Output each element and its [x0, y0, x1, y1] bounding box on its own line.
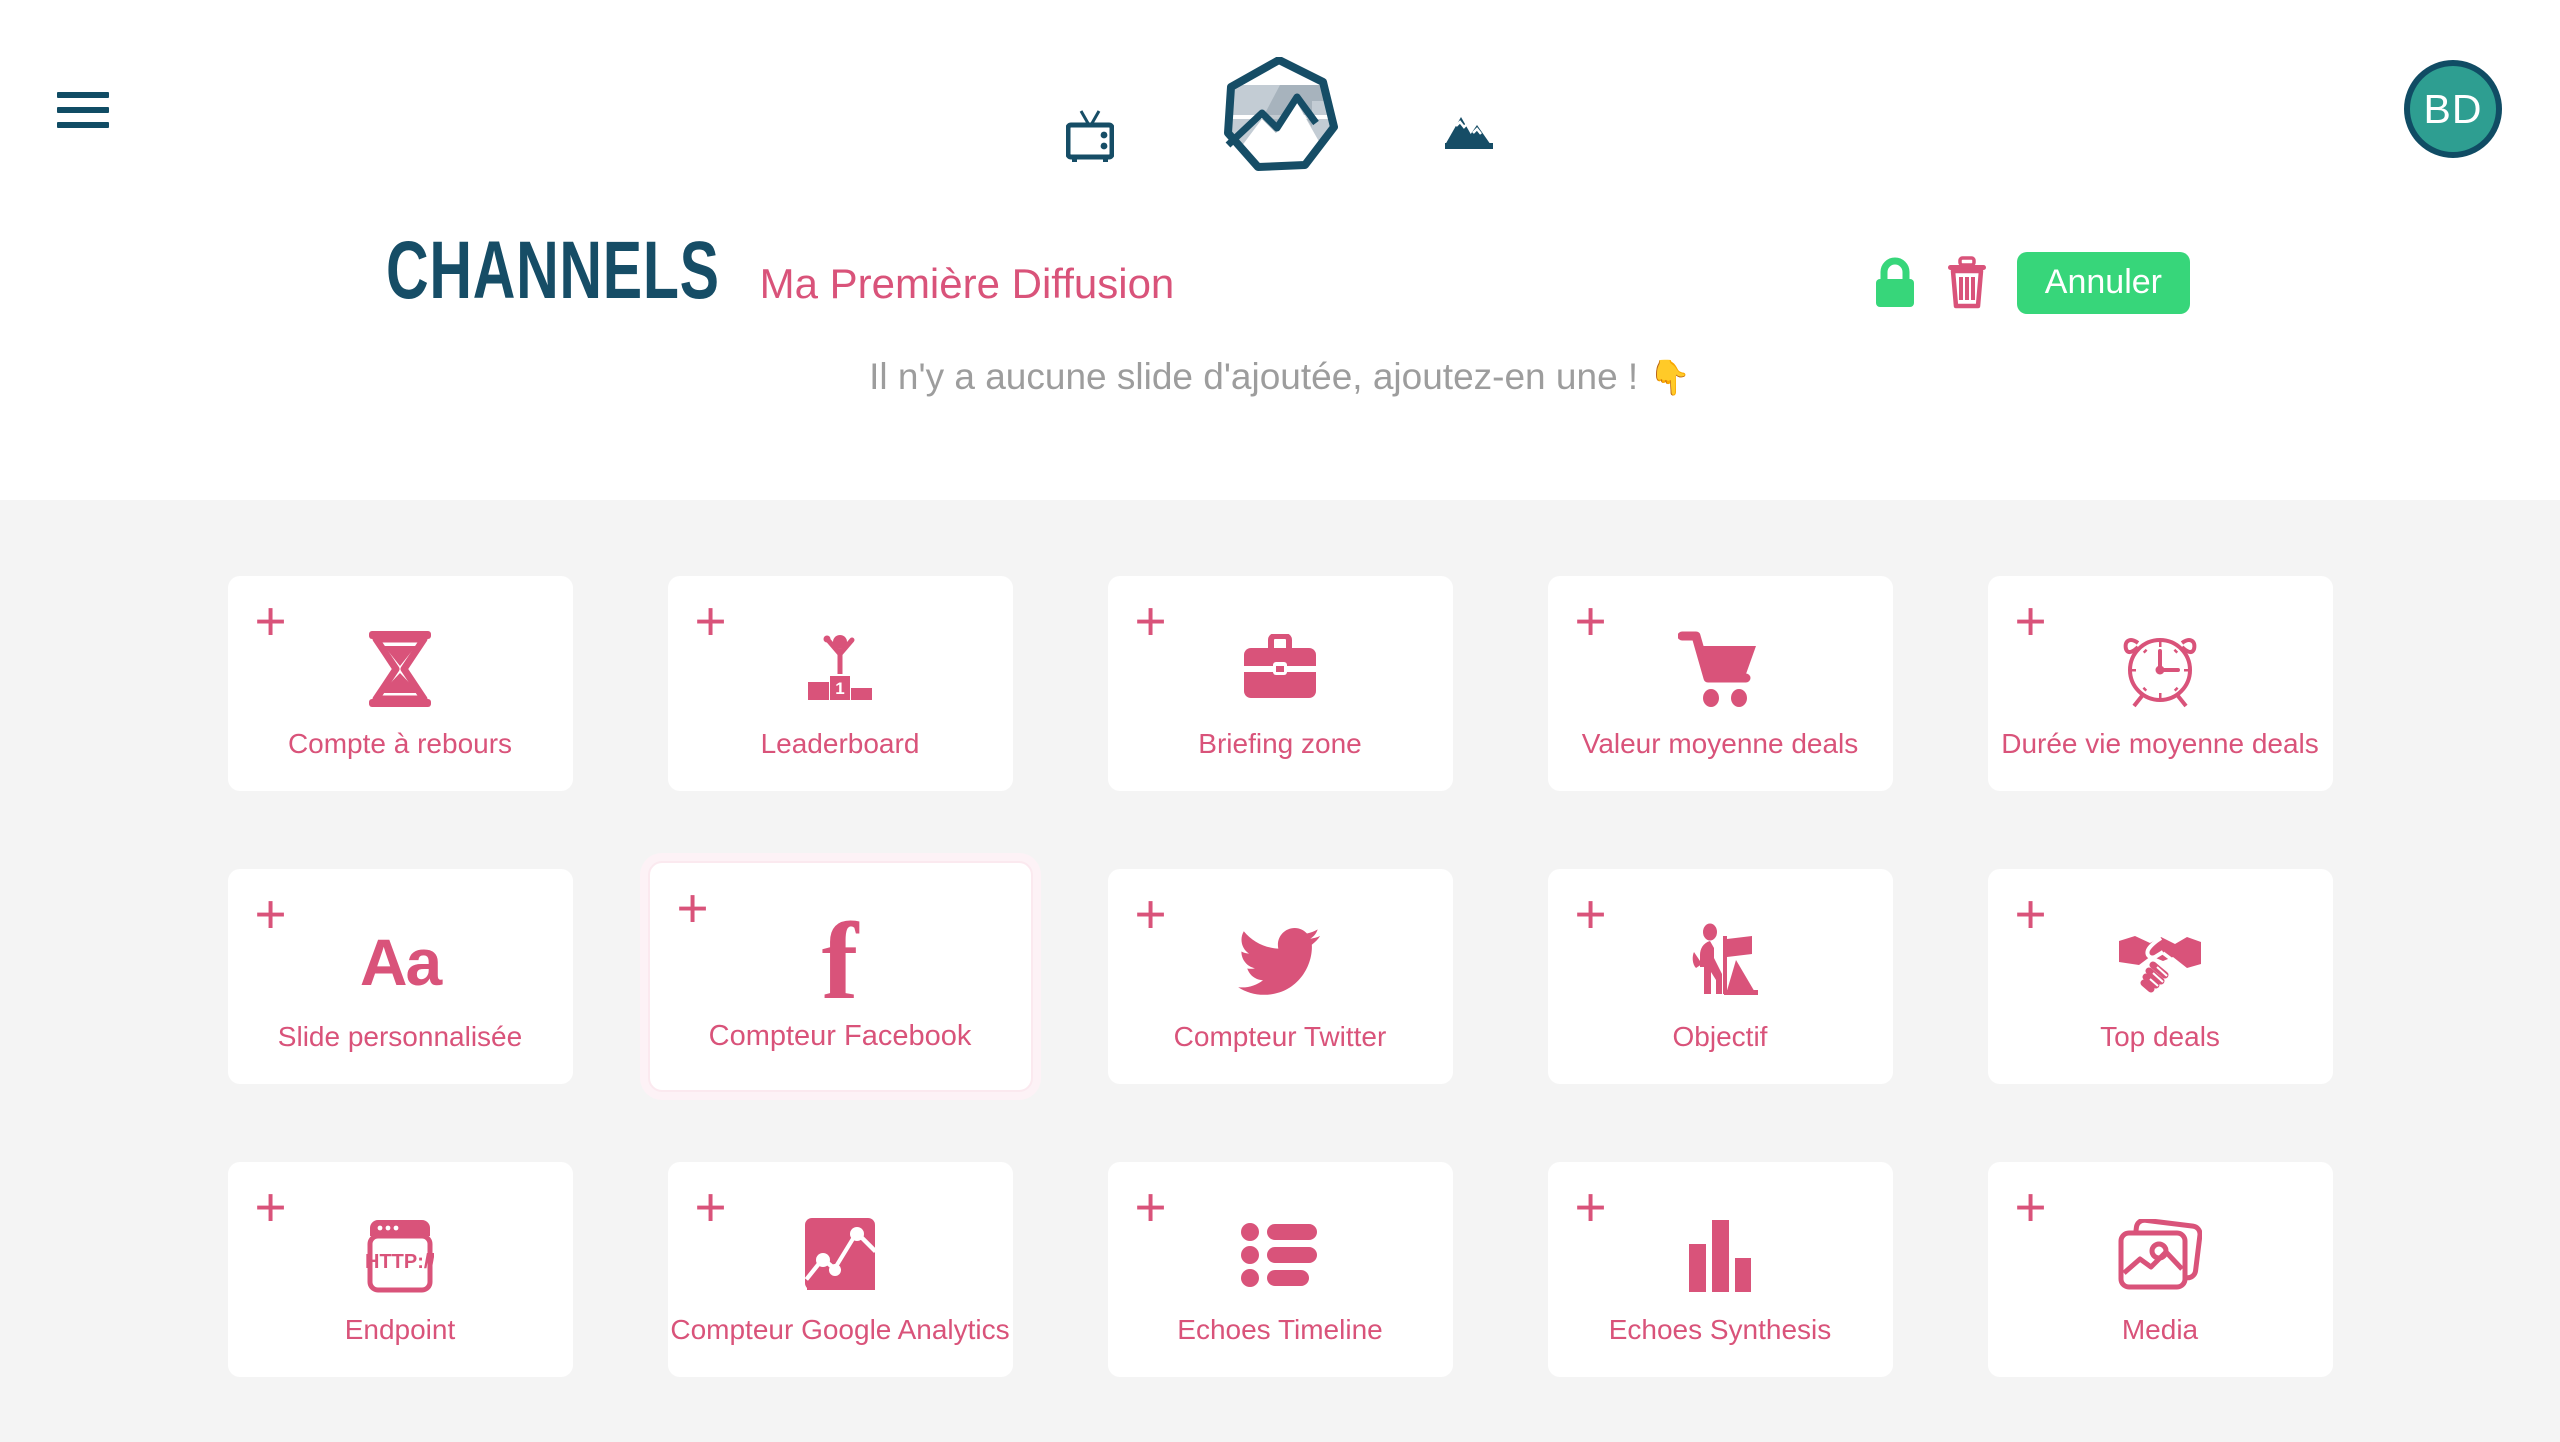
add-slide-icon[interactable]: + [695, 1180, 727, 1235]
svg-text:HTTP://: HTTP:// [366, 1251, 434, 1273]
slide-type-card[interactable]: + Top deals [1987, 869, 2333, 1084]
slide-type-card[interactable]: + HTTP:// Endpoint [227, 1162, 573, 1377]
slide-type-card[interactable]: + Echoes Synthesis [1547, 1162, 1893, 1377]
lock-icon[interactable] [1873, 257, 1917, 309]
add-slide-icon[interactable]: + [677, 881, 709, 936]
tv-icon[interactable] [1065, 107, 1115, 170]
top-bar: BD [0, 0, 2560, 230]
slide-type-label: Valeur moyenne deals [1581, 727, 1859, 759]
photos-icon [2118, 1212, 2202, 1298]
slide-type-card[interactable]: + Compteur Google Analytics [667, 1162, 1013, 1377]
slide-type-card[interactable]: + Media [1987, 1162, 2333, 1377]
bullet-list-icon [1241, 1212, 1319, 1298]
slide-type-label: Compteur Twitter [1173, 1020, 1387, 1052]
add-slide-icon[interactable]: + [1135, 887, 1167, 942]
add-slide-icon[interactable]: + [255, 594, 287, 649]
slide-type-card[interactable]: + f Compteur Facebook [647, 861, 1033, 1092]
svg-text:1: 1 [835, 679, 844, 698]
slide-type-label: Leaderboard [760, 727, 920, 759]
page-title: CHANNELS [386, 225, 720, 316]
title-row: CHANNELS Ma Première Diffusion [386, 230, 1302, 312]
hamburger-line [57, 107, 109, 113]
add-slide-icon[interactable]: + [695, 594, 727, 649]
text-aa-icon: Aa [359, 924, 442, 999]
slide-type-label: Compte à rebours [287, 727, 513, 759]
slide-type-label: Top deals [2100, 1020, 2220, 1052]
title-block: CHANNELS Ma Première Diffusion Annuler I… [0, 230, 2560, 500]
facebook-icon: f [821, 899, 859, 1022]
alarm-clock-icon [2118, 626, 2202, 712]
hamburger-line [57, 122, 109, 128]
add-slide-icon[interactable]: + [2015, 594, 2047, 649]
slide-type-card[interactable]: + 1 Leaderboard [667, 576, 1013, 791]
slide-type-grid-area: + Compte à rebours + 1 Leaderboard + Bri… [0, 500, 2560, 1442]
empty-state-text: Il n'y a aucune slide d'ajoutée, ajoutez… [869, 356, 1639, 397]
slide-type-label: Durée vie moyenne deals [2001, 727, 2319, 759]
action-buttons: Annuler [1873, 252, 2190, 314]
shopping-cart-icon [1678, 626, 1762, 712]
slide-type-label: Objectif [1672, 1020, 1768, 1052]
slide-type-label: Compteur Google Analytics [670, 1313, 1010, 1345]
avatar[interactable]: BD [2404, 60, 2502, 158]
hiker-flag-icon [1680, 919, 1760, 1005]
bar-chart-icon [1687, 1212, 1753, 1298]
hamburger-menu-icon[interactable] [57, 92, 109, 128]
brand-icon-group [0, 56, 2560, 180]
slide-type-card[interactable]: + Durée vie moyenne deals [1987, 576, 2333, 791]
page-subtitle: Ma Première Diffusion [759, 260, 1175, 307]
slide-type-grid: + Compte à rebours + 1 Leaderboard + Bri… [227, 576, 2333, 1377]
add-slide-icon[interactable]: + [255, 1180, 287, 1235]
empty-state-message: Il n'y a aucune slide d'ajoutée, ajoutez… [0, 356, 2560, 398]
slide-type-label: Slide personnalisée [277, 1020, 523, 1052]
podium-icon: 1 [802, 626, 878, 712]
slide-type-card[interactable]: + Compte à rebours [227, 576, 573, 791]
slide-type-card[interactable]: + Echoes Timeline [1107, 1162, 1453, 1377]
hamburger-line [57, 92, 109, 98]
add-slide-icon[interactable]: + [1575, 594, 1607, 649]
slide-type-label: Endpoint [344, 1313, 456, 1345]
slide-type-card[interactable]: + Briefing zone [1107, 576, 1453, 791]
avatar-initials: BD [2423, 85, 2483, 132]
briefcase-icon [1240, 626, 1320, 712]
slide-type-card[interactable]: + Compteur Twitter [1107, 869, 1453, 1084]
add-slide-icon[interactable]: + [1575, 1180, 1607, 1235]
slide-type-label: Compteur Facebook [708, 1020, 972, 1052]
add-slide-icon[interactable]: + [1135, 1180, 1167, 1235]
twitter-icon [1238, 919, 1322, 1005]
slide-type-label: Briefing zone [1198, 727, 1362, 759]
add-slide-icon[interactable]: + [255, 887, 287, 942]
line-chart-icon [801, 1212, 879, 1298]
slide-type-label: Echoes Timeline [1177, 1313, 1383, 1345]
mountain-logo-icon[interactable] [1220, 56, 1338, 180]
add-slide-icon[interactable]: + [1575, 887, 1607, 942]
pointing-down-icon: 👇 [1648, 359, 1691, 397]
slide-type-card[interactable]: + Objectif [1547, 869, 1893, 1084]
cancel-button[interactable]: Annuler [2016, 252, 2190, 314]
mountain-peak-icon[interactable] [1444, 115, 1494, 162]
add-slide-icon[interactable]: + [2015, 887, 2047, 942]
add-slide-icon[interactable]: + [1135, 594, 1167, 649]
add-slide-icon[interactable]: + [2015, 1180, 2047, 1235]
slide-type-card[interactable]: + Aa Slide personnalisée [227, 869, 573, 1084]
trash-icon[interactable] [1945, 256, 1989, 310]
hourglass-icon [363, 626, 437, 712]
slide-type-label: Echoes Synthesis [1608, 1313, 1832, 1345]
slide-type-label: Media [2121, 1313, 2199, 1345]
handshake-icon [2117, 919, 2203, 1005]
slide-type-card[interactable]: + Valeur moyenne deals [1547, 576, 1893, 791]
http-window-icon: HTTP:// [366, 1212, 434, 1298]
